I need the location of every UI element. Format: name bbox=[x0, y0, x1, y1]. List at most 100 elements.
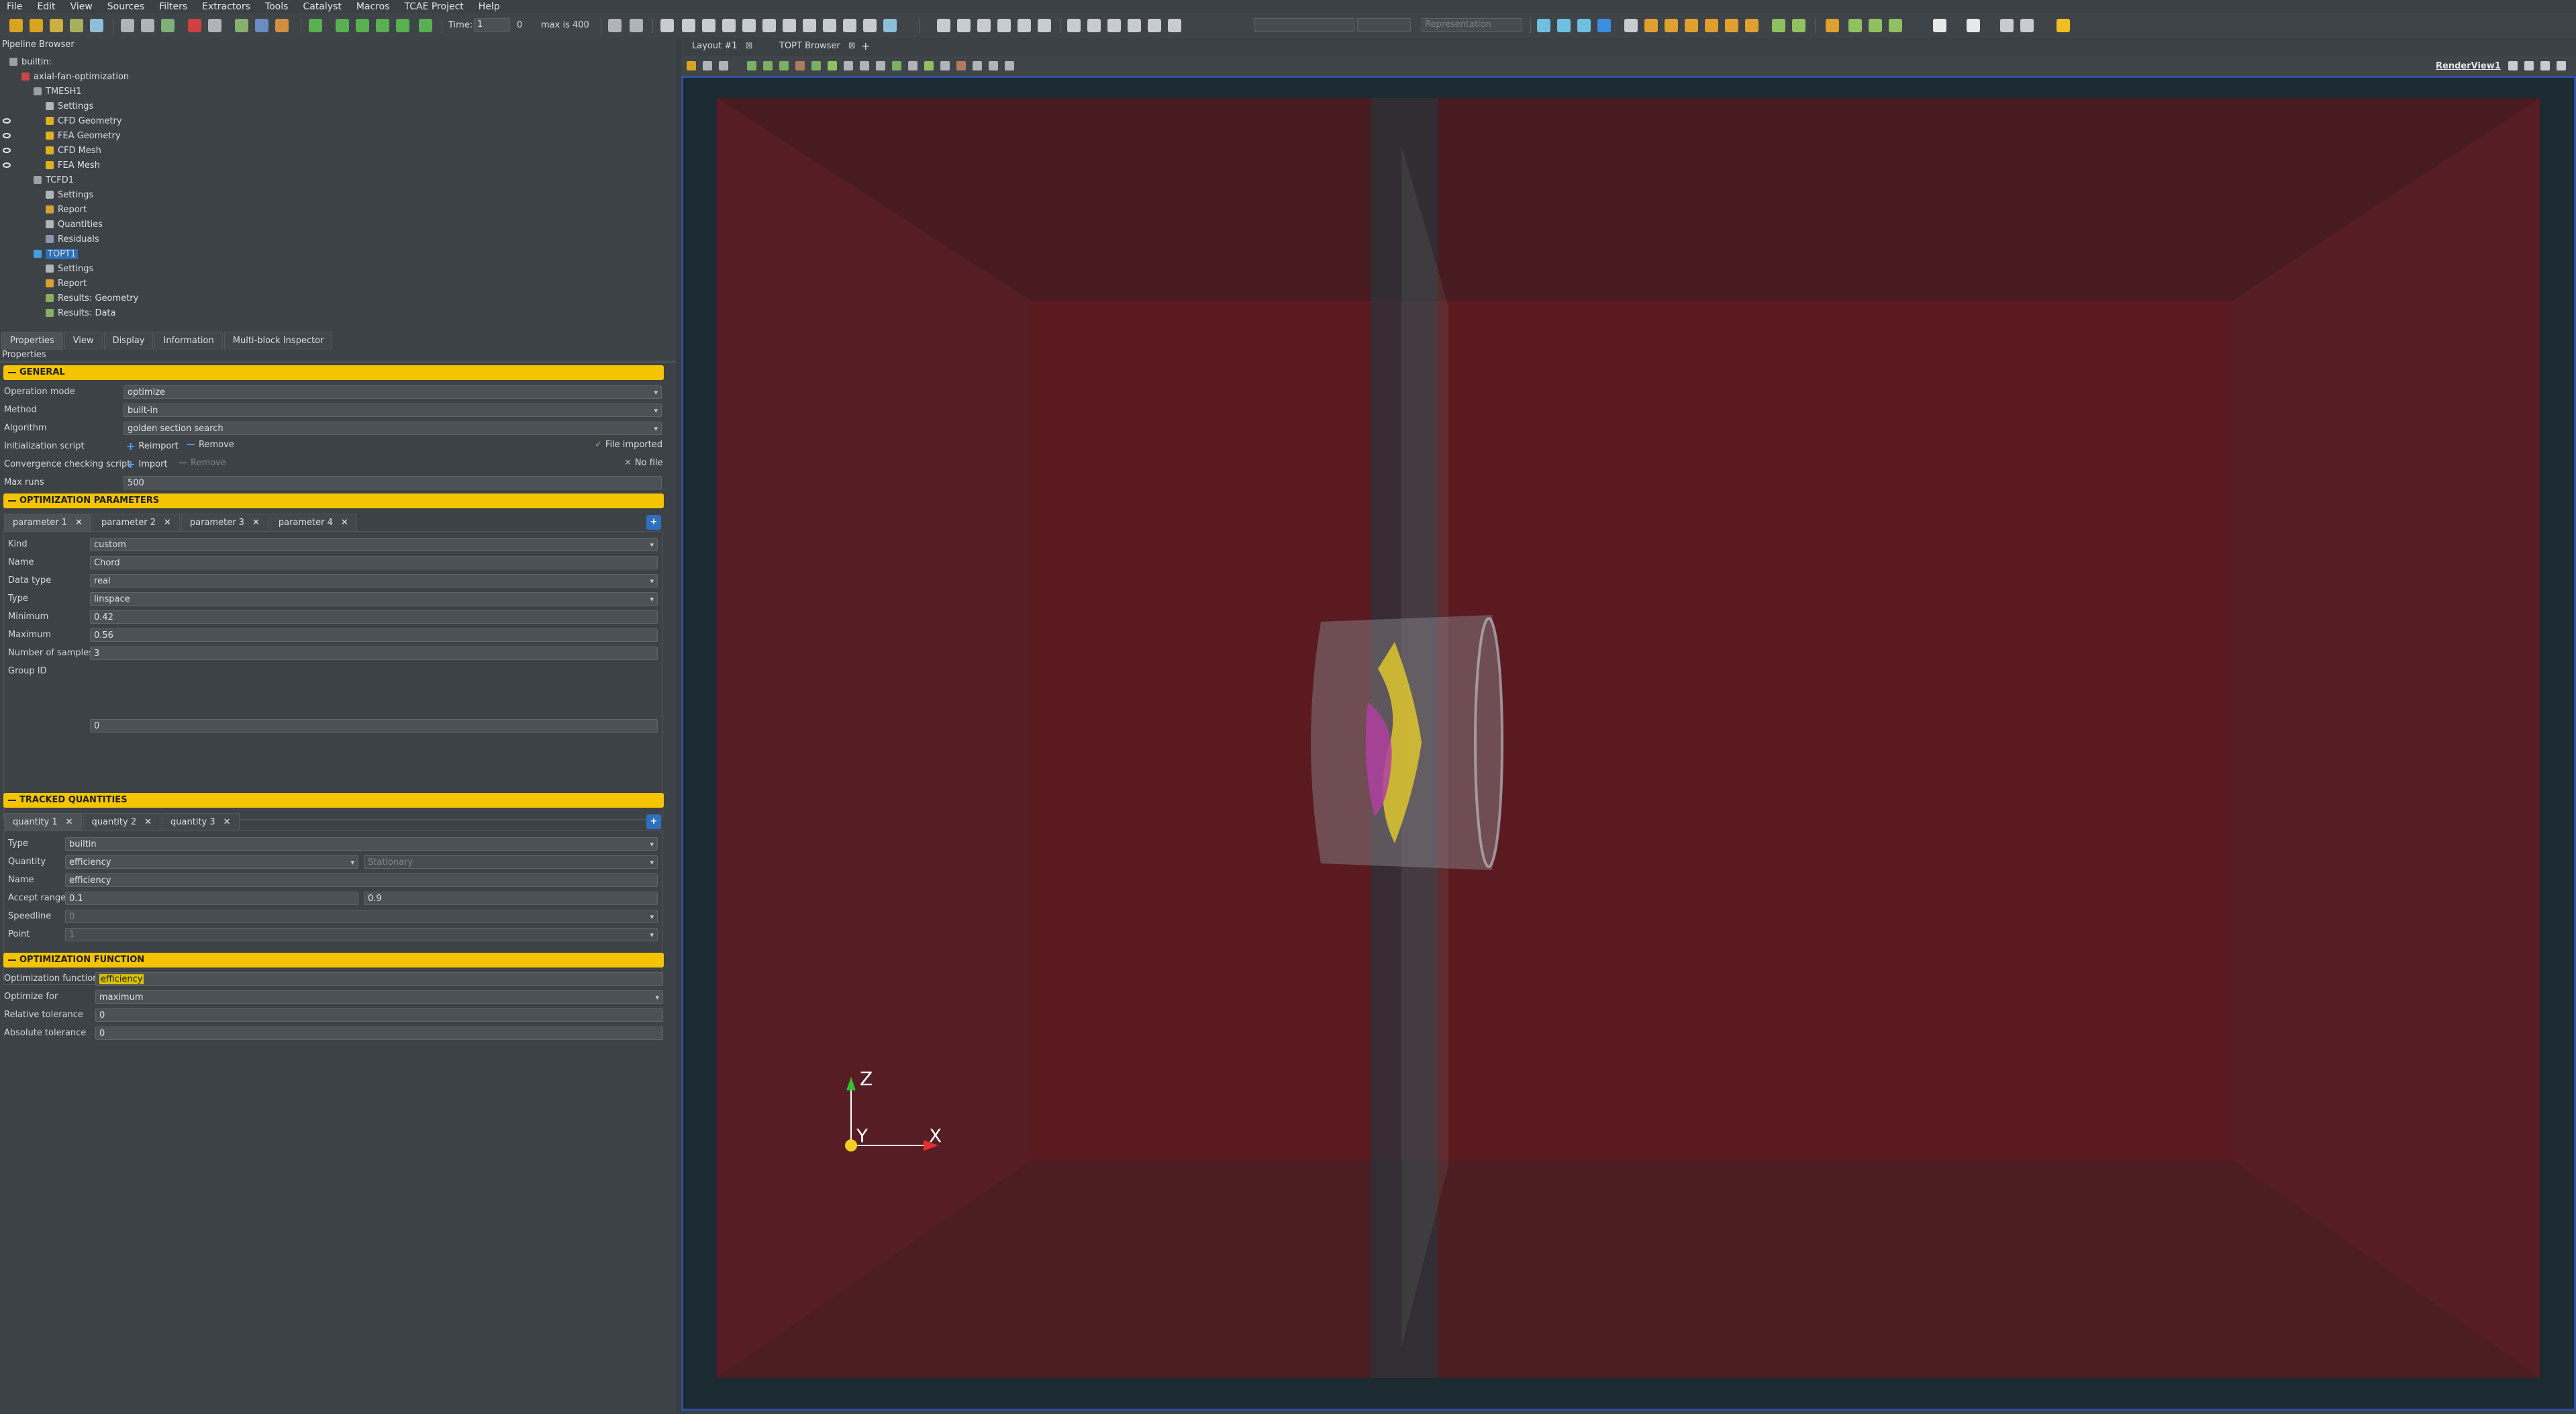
reset-session-icon[interactable] bbox=[161, 19, 175, 32]
tab-parameter-1[interactable]: parameter 1 ✕ bbox=[4, 514, 91, 532]
axes-z-icon[interactable] bbox=[1685, 19, 1698, 32]
max-runs-input[interactable]: 500 bbox=[123, 476, 662, 489]
method-select[interactable]: built-in bbox=[123, 404, 662, 417]
pipeline-item[interactable]: FEA Mesh bbox=[46, 158, 100, 173]
pipeline-item[interactable]: Report bbox=[46, 276, 87, 291]
pipeline-item[interactable]: Report bbox=[46, 202, 87, 217]
stream-tracer-icon[interactable] bbox=[803, 19, 816, 32]
clear-selection-icon[interactable] bbox=[908, 61, 918, 70]
visibility-eye-icon[interactable] bbox=[3, 148, 11, 153]
extract-level-icon[interactable] bbox=[863, 19, 877, 32]
menu-tcae-project[interactable]: TCAE Project bbox=[404, 1, 463, 12]
select-frustum-icon[interactable] bbox=[1869, 19, 1882, 32]
zoom-box-icon[interactable] bbox=[956, 61, 966, 70]
last-frame-icon[interactable] bbox=[396, 19, 409, 32]
select-points-view-icon[interactable] bbox=[763, 61, 773, 70]
hover-cells-icon[interactable] bbox=[860, 61, 869, 70]
connect-icon[interactable] bbox=[90, 19, 103, 32]
close-icon[interactable]: ✕ bbox=[252, 518, 260, 528]
add-quantity-button[interactable]: + bbox=[646, 814, 661, 829]
select-cells-icon[interactable] bbox=[1826, 19, 1839, 32]
section-tracked-quantities[interactable]: TRACKED QUANTITIES bbox=[3, 793, 664, 808]
settings-icon[interactable] bbox=[235, 19, 248, 32]
grow-selection-icon[interactable] bbox=[876, 61, 885, 70]
reset-camera-icon[interactable] bbox=[1537, 19, 1550, 32]
axes-neg-y-icon[interactable] bbox=[1725, 19, 1738, 32]
close-icon[interactable]: ✕ bbox=[144, 817, 152, 827]
extract-subset-icon[interactable] bbox=[762, 19, 776, 32]
representation-select[interactable]: Representation bbox=[1422, 18, 1522, 32]
threshold-icon[interactable] bbox=[742, 19, 756, 32]
select-points-icon[interactable] bbox=[1848, 19, 1862, 32]
variable-select[interactable] bbox=[1254, 18, 1354, 32]
pipeline-item[interactable]: Results: Data bbox=[46, 305, 116, 320]
type-select[interactable]: linspace bbox=[90, 592, 658, 606]
add-layout-tab-button[interactable]: + bbox=[861, 40, 870, 52]
axes-y-icon[interactable] bbox=[1665, 19, 1678, 32]
data-type-select[interactable]: real bbox=[90, 574, 658, 587]
menu-extractors[interactable]: Extractors bbox=[202, 1, 250, 12]
quantity-select[interactable]: efficiency bbox=[65, 855, 358, 869]
visibility-eye-icon[interactable] bbox=[3, 118, 11, 124]
select-block-icon[interactable] bbox=[795, 61, 805, 70]
view-settings-icon[interactable] bbox=[989, 61, 998, 70]
section-general[interactable]: GENERAL bbox=[3, 365, 664, 380]
zoom-to-box-icon[interactable] bbox=[973, 61, 982, 70]
tab-display[interactable]: Display bbox=[103, 332, 154, 350]
save-state-icon[interactable] bbox=[70, 19, 83, 32]
samples-input[interactable]: 3 bbox=[90, 647, 658, 660]
trace-icon[interactable] bbox=[1967, 19, 1980, 32]
undo-icon[interactable] bbox=[121, 19, 134, 32]
splitter-handle[interactable] bbox=[0, 361, 676, 363]
interaction-mode-icon[interactable] bbox=[1597, 19, 1611, 32]
axes-x-icon[interactable] bbox=[1644, 19, 1658, 32]
interactive-select-icon[interactable] bbox=[828, 61, 837, 70]
rotate-ccw-icon[interactable] bbox=[1772, 19, 1785, 32]
toggle-3d-icon[interactable] bbox=[719, 61, 728, 70]
accept-range-max-input[interactable]: 0.9 bbox=[364, 892, 658, 905]
menu-sources[interactable]: Sources bbox=[107, 1, 144, 12]
rotate-90-icon[interactable] bbox=[1168, 19, 1181, 32]
view-z-icon[interactable] bbox=[1128, 19, 1141, 32]
pipeline-item[interactable]: CFD Mesh bbox=[46, 143, 101, 158]
menu-edit[interactable]: Edit bbox=[37, 1, 55, 12]
pipeline-item[interactable]: CFD Geometry bbox=[46, 113, 122, 128]
close-icon[interactable]: ⊠ bbox=[848, 41, 856, 51]
tab-parameter-3[interactable]: parameter 3 ✕ bbox=[181, 514, 268, 532]
pipeline-item[interactable]: Settings bbox=[46, 187, 93, 202]
split-horizontal-icon[interactable] bbox=[2508, 61, 2518, 70]
render-view-name[interactable]: RenderView1 bbox=[2436, 61, 2501, 71]
view-x-icon[interactable] bbox=[1087, 19, 1101, 32]
algorithm-select[interactable]: golden section search bbox=[123, 422, 662, 435]
edit-label-icon[interactable] bbox=[924, 61, 934, 70]
pipeline-item[interactable]: TMESH1 bbox=[34, 84, 82, 99]
python-shell-icon[interactable] bbox=[1933, 19, 1946, 32]
find-data-icon[interactable] bbox=[883, 19, 897, 32]
close-icon[interactable]: ✕ bbox=[224, 817, 231, 827]
slice-icon[interactable] bbox=[722, 19, 736, 32]
visibility-eye-icon[interactable] bbox=[3, 162, 11, 168]
menu-help[interactable]: Help bbox=[479, 1, 500, 12]
first-frame-icon[interactable] bbox=[309, 19, 322, 32]
qty-type-select[interactable]: builtin bbox=[65, 837, 658, 851]
remove-init-button[interactable]: — Remove bbox=[187, 440, 234, 450]
tab-parameter-2[interactable]: parameter 2 ✕ bbox=[92, 514, 180, 532]
redo-icon[interactable] bbox=[141, 19, 154, 32]
close-view-icon[interactable] bbox=[2557, 61, 2566, 70]
zoom-to-data-icon[interactable] bbox=[608, 19, 622, 32]
select-frustum-view-icon[interactable] bbox=[779, 61, 789, 70]
edit-colormap-icon[interactable] bbox=[1038, 19, 1051, 32]
previous-frame-icon[interactable] bbox=[336, 19, 349, 32]
tab-parameter-4[interactable]: parameter 4 ✕ bbox=[269, 514, 357, 532]
pipeline-item[interactable]: Residuals bbox=[46, 232, 99, 246]
rotate-icon[interactable] bbox=[208, 19, 221, 32]
pipeline-item[interactable]: FEA Geometry bbox=[46, 128, 121, 143]
point-select[interactable]: 1 bbox=[65, 928, 658, 941]
warp-icon[interactable] bbox=[823, 19, 836, 32]
capture-icon[interactable] bbox=[1005, 61, 1014, 70]
relative-tolerance-input[interactable]: 0 bbox=[95, 1008, 663, 1022]
tab-information[interactable]: Information bbox=[154, 332, 223, 350]
spreadsheet-icon[interactable] bbox=[2020, 19, 2034, 32]
opt-function-input[interactable]: efficiency bbox=[95, 972, 663, 986]
maximize-icon[interactable] bbox=[2540, 61, 2550, 70]
